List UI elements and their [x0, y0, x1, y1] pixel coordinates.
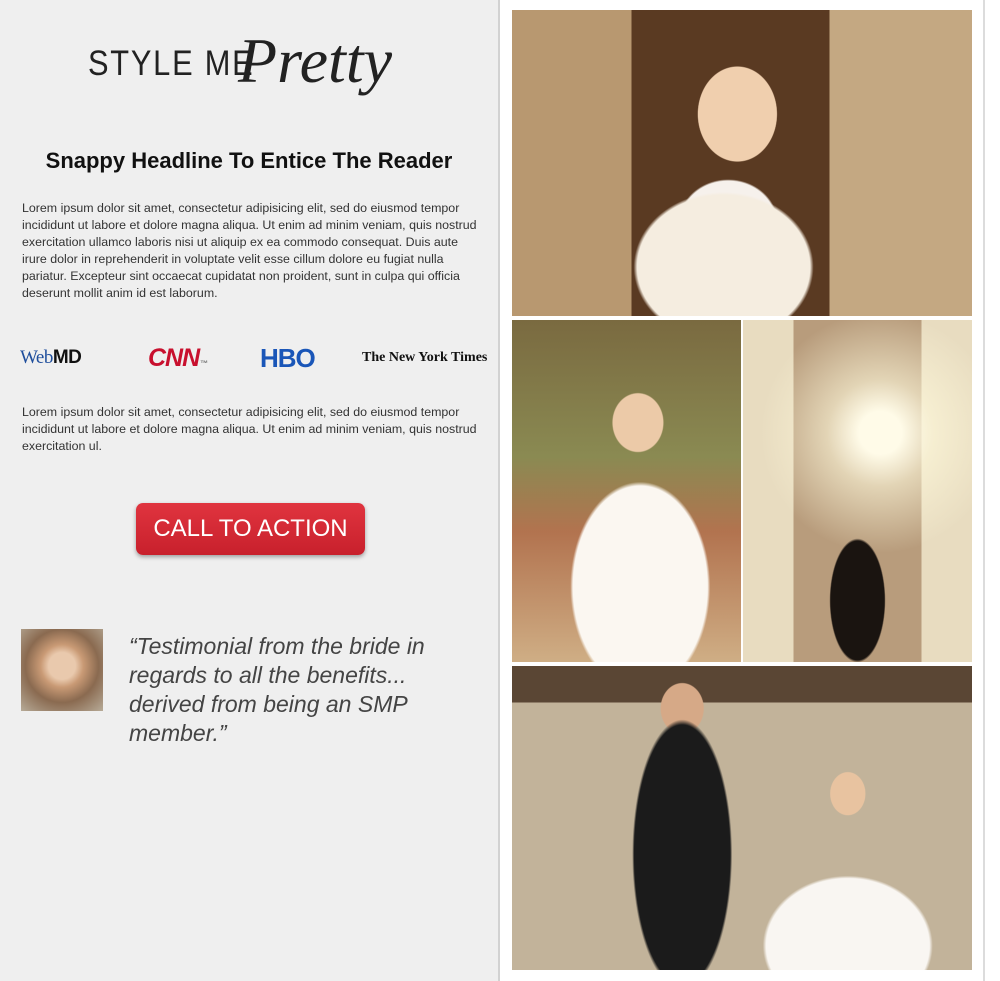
call-to-action-button[interactable]: CALL TO ACTION	[136, 503, 365, 555]
bride-groom-photo	[512, 666, 972, 970]
bell-tower-photo	[743, 320, 972, 662]
intro-paragraph: Lorem ipsum dolor sit amet, consectetur …	[22, 201, 477, 300]
webmd-logo-md: MD	[52, 347, 82, 368]
cnn-logo-text: CNN	[148, 343, 200, 372]
logo-script: Pretty	[238, 25, 392, 96]
testimonial-quote: “Testimonial from the bride in regards t…	[129, 633, 425, 746]
headline: Snappy Headline To Entice The Reader	[45, 148, 453, 173]
cnn-logo: CNN ™	[148, 338, 208, 378]
cnn-logo-tm: ™	[200, 359, 208, 368]
webmd-logo-web: Web	[20, 347, 53, 368]
bride-portrait-photo	[512, 10, 972, 316]
nyt-logo: The New York Times	[362, 350, 488, 365]
left-panel: STYLE ME Pretty Snappy Headline To Entic…	[0, 0, 498, 981]
right-edge-line	[983, 0, 985, 981]
logo-wordmark: STYLE ME	[88, 44, 255, 83]
secondary-paragraph: Lorem ipsum dolor sit amet, consectetur …	[22, 405, 477, 453]
hbo-logo: HBO	[260, 342, 316, 373]
webmd-logo: Web MD	[20, 338, 82, 378]
bride-avatar	[21, 629, 103, 711]
bride-garden-photo	[512, 320, 741, 662]
style-me-pretty-logo[interactable]: STYLE ME Pretty	[88, 14, 418, 114]
